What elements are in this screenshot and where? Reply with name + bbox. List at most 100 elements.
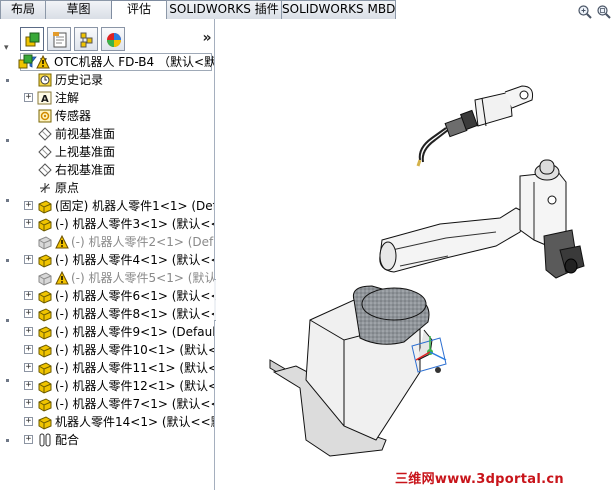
pin-icon[interactable]: ▾	[4, 43, 9, 53]
history-icon	[37, 72, 53, 88]
tree-item-part[interactable]: + (-) 机器人零件9<1> (Defaul	[17, 323, 214, 341]
tree-item-front-plane[interactable]: 前视基准面	[17, 125, 214, 143]
tab-layout[interactable]: 布局	[0, 0, 46, 19]
tab-solidworks-mbd[interactable]: SOLIDWORKS MBD	[281, 0, 396, 19]
tree-item-annotations[interactable]: + A 注解	[17, 89, 214, 107]
zoom-to-fit-icon[interactable]	[577, 4, 593, 20]
tree-item-part[interactable]: (-) 机器人零件5<1> (默认<	[17, 269, 214, 287]
strip-dot	[6, 439, 9, 442]
expand-tabs-button[interactable]: »	[198, 27, 216, 49]
zoom-area-icon[interactable]	[596, 4, 612, 20]
tree-item-label: (-) 机器人零件9<1> (Defaul	[55, 325, 214, 339]
expand-toggle[interactable]: +	[24, 255, 33, 264]
tree-item-part[interactable]: + (-) 机器人零件12<1> (默认<<	[17, 377, 214, 395]
site-watermark: 三维网www.3dportal.cn	[395, 472, 564, 487]
tree-item-label: 配合	[55, 433, 80, 447]
svg-text:A: A	[41, 94, 49, 105]
tree-item-label: 历史记录	[55, 73, 104, 87]
tree-item-label: (-) 机器人零件7<1> (默认<<	[55, 397, 214, 411]
tree-item-label: 机器人零件14<1> (默认<<默	[55, 415, 214, 429]
tree-item-label: (-) 机器人零件12<1> (默认<<	[55, 379, 214, 393]
tab-solidworks-addins[interactable]: SOLIDWORKS 插件	[166, 0, 282, 19]
property-manager-tab[interactable]	[47, 27, 71, 51]
configuration-manager-tab[interactable]	[74, 27, 98, 51]
strip-dot	[6, 79, 9, 82]
expand-toggle[interactable]: +	[24, 327, 33, 336]
panel-side-strip: ▾	[0, 19, 17, 490]
tree-item-label: (-) 机器人零件4<1> (默认<<	[55, 253, 214, 267]
feature-manager-tab[interactable]	[20, 27, 44, 51]
tree-root-assembly[interactable]: OTC机器人 FD-B4 （默认<默	[17, 53, 214, 71]
tree-item-label: (-) 机器人零件6<1> (默认<<	[55, 289, 214, 303]
expand-toggle[interactable]: +	[24, 345, 33, 354]
tree-item-history[interactable]: 历史记录	[17, 71, 214, 89]
tree-item-part[interactable]: + (-) 机器人零件4<1> (默认<<	[17, 251, 214, 269]
expand-toggle[interactable]: +	[24, 399, 33, 408]
part-icon	[37, 378, 53, 394]
expand-toggle[interactable]: +	[24, 93, 33, 102]
tree-item-part[interactable]: (-) 机器人零件2<1> (Def	[17, 233, 214, 251]
strip-dot	[6, 199, 9, 202]
part-icon	[37, 216, 53, 232]
display-manager-tab[interactable]	[101, 27, 125, 51]
tree-item-part[interactable]: + (-) 机器人零件8<1> (默认<<	[17, 305, 214, 323]
strip-dot	[6, 139, 9, 142]
part-icon	[37, 396, 53, 412]
tree-item-part[interactable]: + (-) 机器人零件11<1> (默认<<	[17, 359, 214, 377]
mates-icon	[37, 432, 53, 448]
part-icon	[37, 414, 53, 430]
tree-item-label: 传感器	[55, 109, 92, 123]
expand-toggle[interactable]: +	[24, 381, 33, 390]
tree-item-part[interactable]: + (-) 机器人零件6<1> (默认<<	[17, 287, 214, 305]
tree-item-part[interactable]: + (-) 机器人零件3<1> (默认<<	[17, 215, 214, 233]
expand-toggle[interactable]: +	[24, 435, 33, 444]
tree-item-top-plane[interactable]: 上视基准面	[17, 143, 214, 161]
feature-manager-icon	[25, 32, 40, 47]
suppressed-part-icon	[37, 270, 53, 286]
tree-item-right-plane[interactable]: 右视基准面	[17, 161, 214, 179]
tree-item-part[interactable]: + (固定) 机器人零件1<1> (Def	[17, 197, 214, 215]
property-manager-icon	[53, 32, 67, 48]
tree-item-label: 上视基准面	[55, 145, 116, 159]
strip-dot	[6, 379, 9, 382]
expand-toggle[interactable]: +	[24, 201, 33, 210]
tree-item-label: 注解	[55, 91, 80, 105]
graphics-area[interactable]	[216, 19, 613, 490]
expand-toggle[interactable]: +	[24, 417, 33, 426]
part-icon	[37, 198, 53, 214]
part-icon	[37, 252, 53, 268]
warning-icon	[55, 234, 69, 249]
tab-sketch[interactable]: 草图	[45, 0, 112, 19]
tree-item-origin[interactable]: 原点	[17, 179, 214, 197]
strip-dot	[6, 319, 9, 322]
tree-item-part[interactable]: + (-) 机器人零件10<1> (默认<<	[17, 341, 214, 359]
assembly-icon	[18, 54, 34, 70]
part-icon	[37, 306, 53, 322]
tree-item-mates[interactable]: + 配合	[17, 431, 214, 449]
plane-icon	[37, 126, 53, 142]
expand-toggle[interactable]: +	[24, 363, 33, 372]
origin-icon	[37, 180, 53, 196]
plane-icon	[37, 144, 53, 160]
tree-item-label: (-) 机器人零件10<1> (默认<<	[55, 343, 214, 357]
tab-evaluate[interactable]: 评估	[111, 0, 167, 20]
expand-toggle[interactable]: +	[24, 219, 33, 228]
expand-toggle[interactable]: +	[24, 291, 33, 300]
sensor-icon	[37, 108, 53, 124]
display-manager-icon	[107, 33, 121, 47]
strip-dot	[6, 259, 9, 262]
annotation-icon: A	[37, 90, 53, 106]
tree-root-label: OTC机器人 FD-B4 （默认<默	[54, 55, 214, 69]
warning-icon	[55, 270, 69, 285]
tree-item-label: (-) 机器人零件5<1> (默认<	[71, 271, 214, 285]
tree-item-label: 前视基准面	[55, 127, 116, 141]
tree-item-part[interactable]: + 机器人零件14<1> (默认<<默	[17, 413, 214, 431]
tree-item-label: (-) 机器人零件3<1> (默认<<	[55, 217, 214, 231]
tree-item-sensors[interactable]: 传感器	[17, 107, 214, 125]
tree-item-part[interactable]: + (-) 机器人零件7<1> (默认<<	[17, 395, 214, 413]
feature-tree: OTC机器人 FD-B4 （默认<默 历史记录 + A 注解传感器前视基准面上视基准面右…	[17, 53, 214, 453]
tree-item-label: (-) 机器人零件8<1> (默认<<	[55, 307, 214, 321]
tree-item-label: (固定) 机器人零件1<1> (Def	[55, 199, 214, 213]
arm-part	[379, 159, 585, 279]
expand-toggle[interactable]: +	[24, 309, 33, 318]
